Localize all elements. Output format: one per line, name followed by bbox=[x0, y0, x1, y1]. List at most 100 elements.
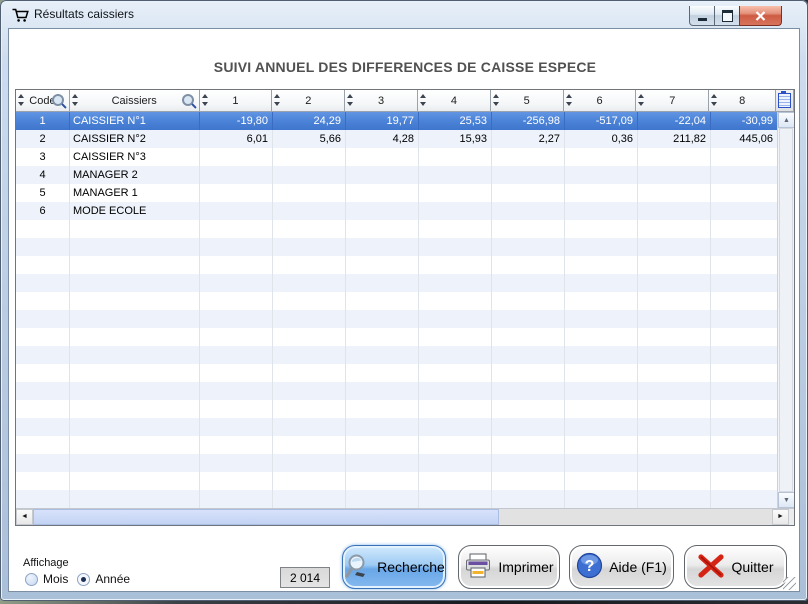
cart-icon bbox=[11, 7, 29, 23]
imprimer-button[interactable]: Imprimer bbox=[458, 545, 560, 589]
table-cell bbox=[565, 310, 638, 328]
quitter-button[interactable]: Quitter bbox=[684, 545, 787, 589]
imprimer-label: Imprimer bbox=[498, 559, 553, 575]
radio-mois[interactable]: Mois bbox=[25, 572, 68, 586]
table-cell bbox=[16, 364, 70, 382]
table-cell: 25,53 bbox=[419, 112, 492, 130]
table-cell bbox=[419, 328, 492, 346]
table-cell bbox=[200, 166, 273, 184]
table-row[interactable]: 4MANAGER 2 bbox=[16, 166, 794, 184]
column-header-4[interactable]: 4 bbox=[418, 90, 491, 112]
maximize-button[interactable] bbox=[715, 6, 739, 26]
empty-table-row[interactable] bbox=[16, 400, 794, 418]
table-cell bbox=[70, 274, 200, 292]
filter-magnifier-icon[interactable] bbox=[182, 94, 194, 106]
table-cell bbox=[200, 238, 273, 256]
table-cell bbox=[565, 436, 638, 454]
empty-table-row[interactable] bbox=[16, 472, 794, 490]
column-chooser-button[interactable] bbox=[776, 90, 794, 112]
table-cell: 6 bbox=[16, 202, 70, 220]
empty-table-row[interactable] bbox=[16, 238, 794, 256]
column-header-caissiers[interactable]: Caissiers bbox=[70, 90, 200, 112]
table-cell bbox=[638, 220, 711, 238]
empty-table-row[interactable] bbox=[16, 292, 794, 310]
column-header-2[interactable]: 2 bbox=[272, 90, 345, 112]
empty-table-row[interactable] bbox=[16, 364, 794, 382]
column-header-code[interactable]: Code bbox=[16, 90, 70, 112]
table-cell bbox=[200, 274, 273, 292]
table-cell bbox=[711, 346, 778, 364]
horizontal-scroll-thumb[interactable] bbox=[33, 509, 499, 525]
column-header-5[interactable]: 5 bbox=[491, 90, 564, 112]
column-header-8[interactable]: 8 bbox=[709, 90, 776, 112]
scroll-down-arrow[interactable]: ▼ bbox=[778, 492, 795, 508]
resize-grip[interactable] bbox=[783, 577, 796, 590]
table-row[interactable]: 2CAISSIER N°26,015,664,2815,932,270,3621… bbox=[16, 130, 794, 148]
scroll-left-arrow[interactable]: ◄ bbox=[16, 509, 33, 525]
table-cell bbox=[638, 274, 711, 292]
empty-table-row[interactable] bbox=[16, 454, 794, 472]
vertical-scrollbar[interactable]: ▲ ▼ bbox=[777, 112, 794, 508]
table-cell bbox=[711, 238, 778, 256]
table-row[interactable]: 5MANAGER 1 bbox=[16, 184, 794, 202]
column-header-7[interactable]: 7 bbox=[636, 90, 709, 112]
table-cell bbox=[273, 166, 346, 184]
sort-arrows-icon bbox=[347, 94, 354, 107]
table-cell bbox=[273, 490, 346, 508]
close-button[interactable] bbox=[739, 6, 782, 26]
aide-button[interactable]: ? Aide (F1) bbox=[569, 545, 674, 589]
table-cell bbox=[70, 382, 200, 400]
scroll-right-arrow[interactable]: ► bbox=[772, 509, 789, 525]
table-cell bbox=[16, 256, 70, 274]
table-cell bbox=[200, 328, 273, 346]
search-icon bbox=[343, 552, 371, 583]
column-header-3[interactable]: 3 bbox=[345, 90, 418, 112]
table-cell bbox=[711, 220, 778, 238]
table-row[interactable]: 3CAISSIER N°3 bbox=[16, 148, 794, 166]
titlebar[interactable]: Résultats caissiers bbox=[0, 0, 808, 28]
table-cell bbox=[16, 418, 70, 436]
empty-table-row[interactable] bbox=[16, 418, 794, 436]
filter-magnifier-icon[interactable] bbox=[52, 94, 64, 106]
sort-arrows-icon bbox=[711, 94, 718, 107]
recherche-button[interactable]: Recherche bbox=[342, 545, 446, 589]
empty-table-row[interactable] bbox=[16, 382, 794, 400]
horizontal-scrollbar[interactable]: ◄ ► bbox=[16, 508, 794, 525]
empty-table-row[interactable] bbox=[16, 256, 794, 274]
table-cell bbox=[419, 418, 492, 436]
empty-table-row[interactable] bbox=[16, 310, 794, 328]
table-row[interactable]: 6MODE ECOLE bbox=[16, 202, 794, 220]
table-cell bbox=[565, 382, 638, 400]
table-cell bbox=[346, 436, 419, 454]
table-cell bbox=[492, 490, 565, 508]
table-cell bbox=[638, 310, 711, 328]
scroll-up-arrow[interactable]: ▲ bbox=[778, 112, 795, 128]
table-row[interactable]: 1CAISSIER N°1-19,8024,2919,7725,53-256,9… bbox=[16, 112, 794, 130]
horizontal-scroll-track[interactable] bbox=[33, 509, 772, 525]
table-cell bbox=[346, 346, 419, 364]
column-header-1[interactable]: 1 bbox=[200, 90, 273, 112]
empty-table-row[interactable] bbox=[16, 274, 794, 292]
sort-arrows-icon bbox=[72, 94, 79, 107]
table-cell: MODE ECOLE bbox=[70, 202, 200, 220]
radio-annee[interactable]: Année bbox=[77, 572, 130, 586]
table-cell: 4,28 bbox=[346, 130, 419, 148]
table-cell bbox=[273, 364, 346, 382]
vertical-scroll-thumb[interactable] bbox=[779, 128, 793, 492]
column-header-6[interactable]: 6 bbox=[564, 90, 637, 112]
empty-table-row[interactable] bbox=[16, 328, 794, 346]
table-cell bbox=[419, 184, 492, 202]
minimize-button[interactable] bbox=[689, 6, 715, 26]
table-cell bbox=[200, 436, 273, 454]
empty-table-row[interactable] bbox=[16, 436, 794, 454]
svg-text:?: ? bbox=[585, 558, 595, 575]
empty-table-row[interactable] bbox=[16, 490, 794, 508]
year-input[interactable]: 2 014 bbox=[280, 567, 330, 588]
empty-table-row[interactable] bbox=[16, 220, 794, 238]
sort-arrows-icon bbox=[493, 94, 500, 107]
table-cell: -517,09 bbox=[565, 112, 638, 130]
table-cell bbox=[638, 202, 711, 220]
column-label: 5 bbox=[524, 95, 530, 107]
empty-table-row[interactable] bbox=[16, 346, 794, 364]
table-cell bbox=[70, 418, 200, 436]
